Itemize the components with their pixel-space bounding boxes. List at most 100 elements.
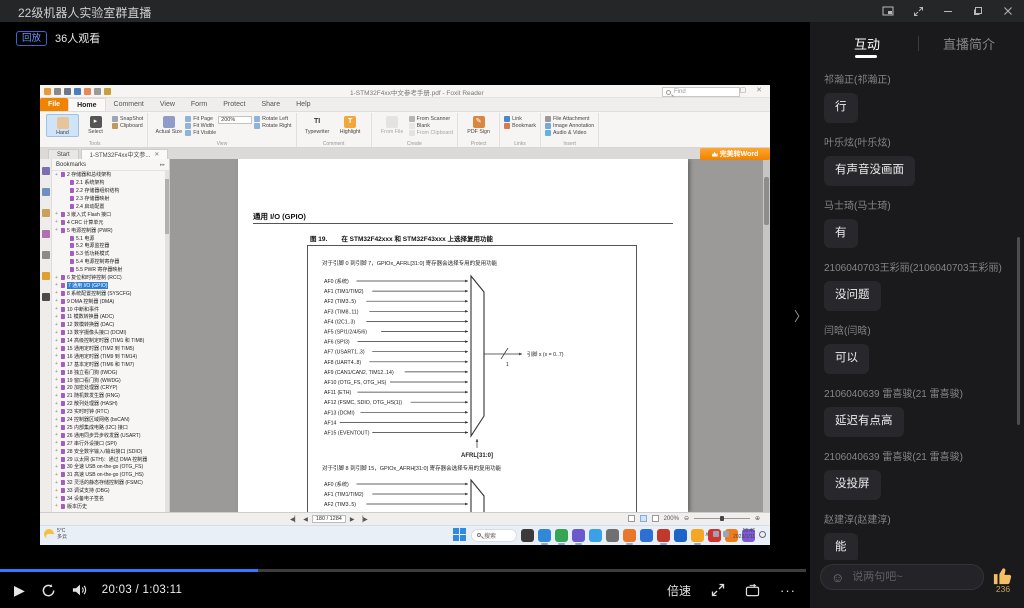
bookmark-item[interactable]: +22 散列处理器 (HASH) [52,400,164,408]
menu-tab-view[interactable]: View [152,98,183,111]
bookmark-item[interactable]: 5.5 PWR 寄存器映射 [52,266,164,274]
bookmark-item[interactable]: +30 全速 USB on-the-go (OTG_FS) [52,463,164,471]
bookmark-item[interactable]: +15 通用定时器 (TIM2 到 TIM5) [52,345,164,353]
emoji-icon[interactable]: ☺ [831,570,844,585]
layers-icon[interactable] [42,230,50,238]
zoom-value[interactable]: 200% [218,116,252,124]
expander-icon[interactable]: + [55,361,59,367]
thumbs-up-icon[interactable] [992,566,1014,586]
playback-speed-button[interactable]: 倍速 [667,582,691,599]
ribbon-button-from-scanner[interactable]: From Scanner [409,116,454,122]
system-tray[interactable]: ∧ 16:46 2023/1/11 [705,528,766,541]
bookmark-item[interactable]: +29 以太网 (ETH)：通过 DMA 控制器 [52,455,164,463]
expander-icon[interactable]: + [55,480,59,486]
tab-stream-info[interactable]: 直播简介 [943,34,995,53]
expander-icon[interactable]: + [55,401,59,407]
rotate-screen-icon[interactable] [745,584,760,597]
bookmark-item[interactable]: +24 控制器区域网络 (bxCAN) [52,416,164,424]
expander-icon[interactable]: + [55,464,59,470]
taskbar-app-icon[interactable] [623,529,636,542]
taskbar-app-icon[interactable] [521,529,534,542]
bookmark-item[interactable]: +10 中断和事件 [52,305,164,313]
last-page-icon[interactable]: ▕▶ [358,516,367,523]
expander-icon[interactable]: + [55,369,59,375]
bookmark-item[interactable]: 5.4 电源控制寄存器 [52,258,164,266]
bookmark-item[interactable]: +12 数模转换器 (DAC) [52,321,164,329]
bookmark-item[interactable]: +31 高速 USB on-the-go (OTG_HS) [52,471,164,479]
ribbon-button-fit-visible[interactable]: Fit Visible [185,130,216,136]
menu-tab-comment[interactable]: Comment [106,98,152,111]
single-page-view-icon[interactable] [628,515,635,522]
chat-collapse-icon[interactable]: 〉 [794,306,807,325]
prev-page-icon[interactable]: ◀ [303,516,308,523]
menu-tab-share[interactable]: Share [253,98,288,111]
expander-icon[interactable]: + [55,377,59,383]
taskbar-clock[interactable]: 16:46 2023/1/11 [733,528,755,541]
ribbon-button-link[interactable]: Link [504,116,536,122]
bookmark-item[interactable]: +32 灵活的静态存储控制器 (FSMC) [52,479,164,487]
attachment-icon[interactable] [42,251,50,259]
bookmark-item[interactable]: 2.4 启动配置 [52,203,164,211]
ribbon-button-clipboard[interactable]: Clipboard [112,123,143,129]
bookmark-item[interactable]: +34 设备电子签名 [52,495,164,503]
ribbon-button-snapshot[interactable]: SnapShot [112,116,143,122]
bookmark-item[interactable]: +6 复位和时钟控制 (RCC) [52,274,164,282]
zoom-slider[interactable] [694,518,750,519]
expander-icon[interactable]: + [55,282,59,288]
pages-icon[interactable] [42,188,50,196]
chat-message-bubble[interactable]: 行 [824,93,858,123]
screen-share-video[interactable]: 1-STM32F4xx中文参考手册.pdf - Foxit Reader ▫ ⋯… [40,85,770,545]
expander-icon[interactable]: + [55,503,59,509]
ribbon-button-from-clipboard[interactable]: From Clipboard [409,130,454,136]
bookmark-item[interactable]: +28 安全数字输入/输出接口 (SDIO) [52,447,164,455]
bookmark-item[interactable]: +20 加密处理器 (CRYP) [52,384,164,392]
qat-icon[interactable] [44,88,51,95]
bookmark-item[interactable]: 5.2 电源监控器 [52,242,164,250]
expander-icon[interactable]: + [55,219,59,225]
expander-icon[interactable]: + [55,456,59,462]
bookmark-item[interactable]: 2.1 系统架构 [52,179,164,187]
expander-icon[interactable]: + [55,472,59,478]
expander-icon[interactable]: + [55,409,59,415]
ribbon-button-bookmark[interactable]: Bookmark [504,123,536,129]
document-tab[interactable]: 1-STM32F4xx中文参...✕ [81,149,169,159]
bookmark-item[interactable]: +16 通用定时器 (TIM9 到 TIM14) [52,352,164,360]
next-page-icon[interactable]: ▶ [350,516,355,523]
chat-message-bubble[interactable]: 有 [824,219,858,249]
expander-icon[interactable]: + [55,393,59,399]
tray-language-icon[interactable] [713,531,719,537]
weather-widget[interactable]: 5°C 多云 [44,528,67,540]
expander-icon[interactable]: + [55,227,59,233]
expander-icon[interactable]: + [55,440,59,446]
expander-icon[interactable]: + [55,346,59,352]
facing-view-icon[interactable] [652,515,659,522]
bookmark-item[interactable]: +2 存储器和总线架构 [52,171,164,179]
qat-icon[interactable] [104,88,111,95]
zoom-out-icon[interactable]: ⊖ [684,515,689,522]
bookmark-item[interactable]: +33 调试支持 (DBG) [52,487,164,495]
ribbon-button-blank[interactable]: Blank [409,123,454,129]
bookmark-item[interactable]: +17 基本定时器 (TIM6 和 TIM7) [52,360,164,368]
bookmark-item[interactable]: +18 独立看门狗 (IWDG) [52,368,164,376]
notification-bell-icon[interactable] [759,531,766,538]
menu-tab-form[interactable]: Form [183,98,215,111]
bookmark-item[interactable]: 5.3 低功耗模式 [52,250,164,258]
zoom-control[interactable]: 200% [218,114,252,124]
expander-icon[interactable]: + [55,417,59,423]
chat-message-bubble[interactable]: 能 [824,533,858,560]
bookmark-item[interactable]: 5.1 电源 [52,234,164,242]
bookmark-item[interactable]: +3 嵌入式 Flash 接口 [52,210,164,218]
expander-icon[interactable]: + [55,353,59,359]
ribbon-button-from-file[interactable]: From File [376,114,409,135]
expander-icon[interactable]: + [55,314,59,320]
first-page-icon[interactable]: ◀▏ [290,516,299,523]
maximize-icon[interactable] [970,3,986,19]
ribbon-button-file-attachment[interactable]: File Attachment [545,116,594,122]
taskbar-search[interactable]: 搜索 [471,529,517,542]
bookmark-item[interactable]: +27 串行外设接口 (SPI) [52,439,164,447]
navigation-panel-strip[interactable] [40,159,52,512]
bookmark-item[interactable]: +19 窗口看门狗 (WWDG) [52,376,164,384]
bookmark-item[interactable]: +23 实时时钟 (RTC) [52,408,164,416]
bookmark-item[interactable]: +11 模数转换器 (ADC) [52,313,164,321]
ribbon-button-image-annotation[interactable]: Image Annotation [545,123,594,129]
